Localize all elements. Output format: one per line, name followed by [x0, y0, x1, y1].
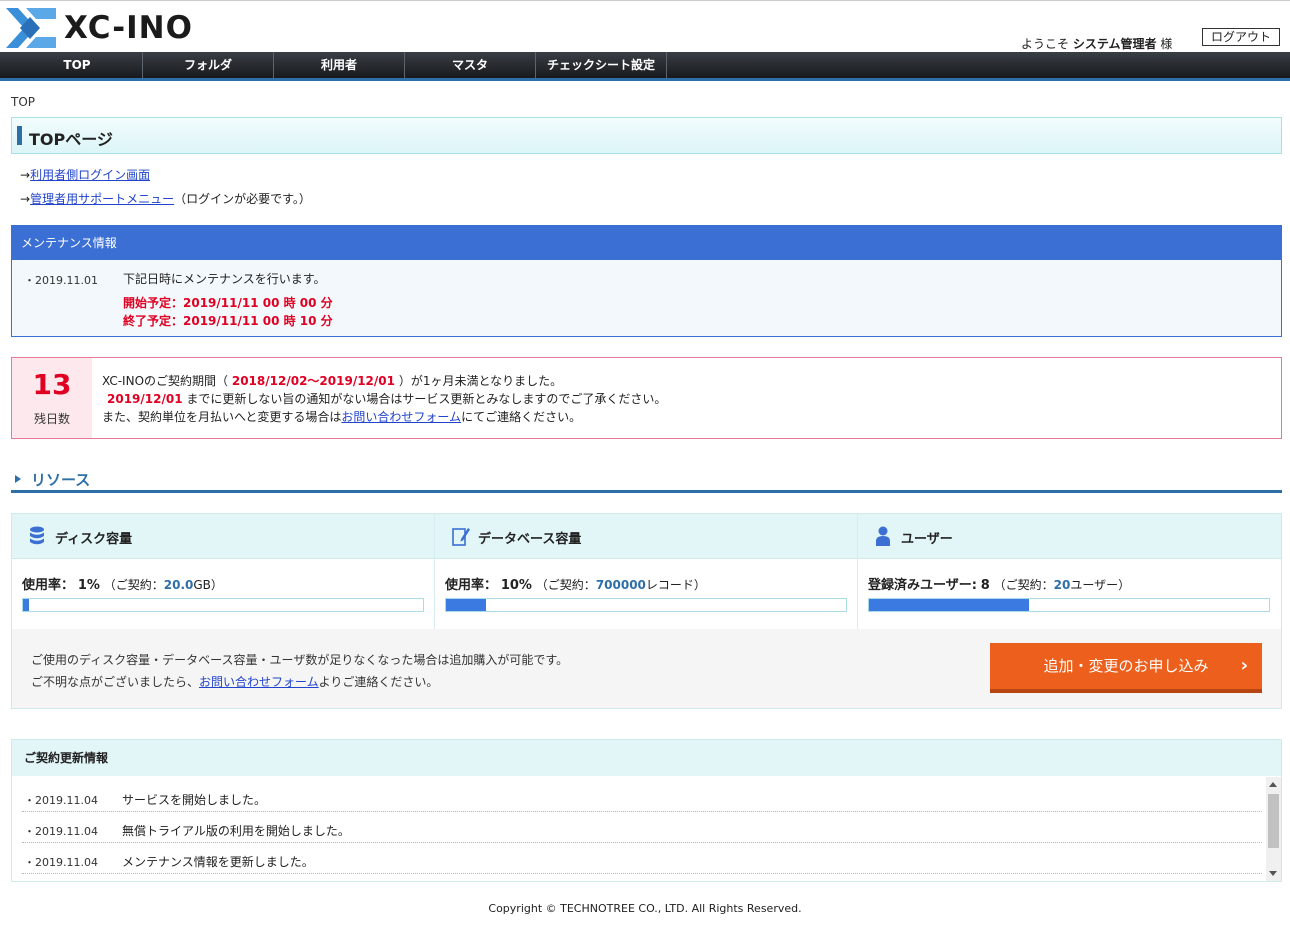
- user-count-card: ユーザー 登録済みユーザー: 8 （ご契約：20ユーザー）: [858, 514, 1281, 629]
- logout-button[interactable]: ログアウト: [1202, 28, 1280, 46]
- database-stack-icon: [30, 526, 44, 545]
- page-title-box: TOPページ: [11, 117, 1282, 154]
- user-count-progress: [868, 598, 1270, 612]
- logo[interactable]: XC-INO: [6, 7, 193, 49]
- main-nav: TOP フォルダ 利用者 マスタ チェックシート設定: [0, 52, 1290, 81]
- database-usage-text: 使用率： 10% （ご契約：700000レコード）: [445, 578, 706, 593]
- nav-item-folder[interactable]: フォルダ: [143, 52, 274, 78]
- logo-text: XC-INO: [64, 10, 193, 46]
- maintenance-date: ・2019.11.01: [24, 274, 98, 287]
- resources-info-line-1: ご使用のディスク容量・データベース容量・ユーザ数が足りなくなった場合は追加購入が…: [31, 653, 569, 667]
- nav-item-users[interactable]: 利用者: [274, 52, 405, 78]
- disk-usage-title: ディスク容量: [55, 532, 133, 547]
- contract-period: 2018/12/02～2019/12/01: [231, 374, 395, 388]
- welcome-message: ようこそ システム管理者 様: [1021, 37, 1173, 51]
- database-usage-card: データベース容量 使用率： 10% （ご契約：700000レコード）: [435, 514, 858, 629]
- database-usage-progress-fill: [446, 599, 486, 611]
- updates-scrollbar[interactable]: [1266, 777, 1281, 881]
- days-remaining-box: 13 残日数: [12, 358, 92, 438]
- maintenance-end: 終了予定：2019/11/11 00 時 10 分: [123, 314, 333, 328]
- scroll-thumb[interactable]: [1268, 794, 1279, 848]
- resources-panel: ディスク容量 使用率： 1% （ご契約：20.0GB） データベース容量 使用率…: [11, 513, 1282, 709]
- scroll-up-icon[interactable]: [1269, 782, 1277, 787]
- user-login-link-line: →利用者側ログイン画面: [20, 168, 151, 182]
- footer-copyright: Copyright © TECHNOTREE CO., LTD. All Rig…: [488, 902, 802, 915]
- maintenance-text: 下記日時にメンテナンスを行います。: [123, 272, 326, 286]
- nav-item-top[interactable]: TOP: [12, 52, 143, 78]
- maintenance-heading: メンテナンス情報: [12, 226, 1281, 260]
- user-login-link[interactable]: 利用者側ログイン画面: [30, 168, 150, 182]
- resources-heading: リソース: [11, 468, 1282, 493]
- disk-usage-progress: [22, 598, 424, 612]
- resources-info-line-2: ご不明な点がございましたら、お問い合わせフォームよりご連絡ください。: [31, 675, 439, 689]
- user-name: システム管理者: [1072, 37, 1157, 51]
- contract-updates-panel: ご契約更新情報 ・2019.11.04 サービスを開始しました。 ・2019.1…: [11, 739, 1282, 882]
- admin-support-link[interactable]: 管理者用サポートメニュー: [30, 192, 174, 206]
- nav-item-checksheet-settings[interactable]: チェックシート設定: [536, 52, 667, 78]
- database-usage-progress: [445, 598, 847, 612]
- contract-updates-heading: ご契約更新情報: [12, 740, 1281, 776]
- maintenance-panel: メンテナンス情報 ・2019.11.01 下記日時にメンテナンスを行います。 開…: [11, 225, 1282, 337]
- admin-support-link-line: →管理者用サポートメニュー（ログインが必要です。）: [20, 192, 311, 206]
- apply-change-button-label: 追加・変更のお申し込み: [1043, 657, 1209, 675]
- disk-usage-progress-fill: [23, 599, 29, 611]
- user-count-text: 登録済みユーザー: 8 （ご契約：20ユーザー）: [868, 578, 1131, 593]
- triangle-right-icon: [15, 475, 21, 483]
- scroll-down-icon[interactable]: [1269, 871, 1277, 876]
- disk-usage-value: 1%: [77, 578, 100, 593]
- resources-inquiry-link[interactable]: お問い合わせフォーム: [199, 675, 319, 689]
- contract-inquiry-link[interactable]: お問い合わせフォーム: [341, 410, 461, 424]
- list-item: ・2019.11.04 無償トライアル版の利用を開始しました。: [22, 812, 1262, 843]
- user-count-progress-fill: [869, 599, 1029, 611]
- edit-document-icon: [452, 528, 470, 546]
- resources-heading-label: リソース: [31, 471, 91, 489]
- contract-end-date: 2019/12/01: [107, 392, 183, 406]
- contract-line-3: また、契約単位を月払いへと変更する場合はお問い合わせフォームにてご連絡ください。: [102, 410, 582, 424]
- disk-usage-text: 使用率： 1% （ご契約：20.0GB）: [22, 578, 223, 593]
- apply-change-button[interactable]: 追加・変更のお申し込み ›: [990, 643, 1262, 693]
- contract-line-1: XC-INOのご契約期間（ 2018/12/02～2019/12/01 ）が1ヶ…: [102, 374, 563, 388]
- xc-ino-logo-icon: [6, 8, 56, 48]
- list-item: ・2019.11.04 メンテナンス情報を更新しました。: [22, 843, 1262, 874]
- title-accent-bar: [17, 126, 22, 145]
- days-remaining-count: 13: [32, 368, 72, 401]
- user-icon: [876, 526, 890, 546]
- maintenance-start: 開始予定：2019/11/11 00 時 00 分: [123, 296, 333, 310]
- disk-usage-card: ディスク容量 使用率： 1% （ご契約：20.0GB）: [12, 514, 435, 629]
- user-count-title: ユーザー: [901, 532, 953, 547]
- user-count-value: 8: [980, 578, 990, 593]
- days-remaining-label: 残日数: [33, 412, 70, 426]
- breadcrumb: TOP: [11, 95, 36, 109]
- contract-line-2: 2019/12/01 までに更新しない旨の通知がない場合はサービス更新とみなしま…: [107, 392, 667, 406]
- list-item: ・2019.11.04 サービスを開始しました。: [22, 781, 1262, 812]
- database-usage-title: データベース容量: [478, 532, 582, 547]
- page-title: TOPページ: [29, 130, 113, 149]
- chevron-right-icon: ›: [1240, 655, 1248, 676]
- header: XC-INO ようこそ システム管理者 様 ログアウト: [0, 0, 1290, 52]
- contract-notice: 13 残日数 XC-INOのご契約期間（ 2018/12/02～2019/12/…: [11, 357, 1282, 439]
- nav-item-master[interactable]: マスタ: [405, 52, 536, 78]
- database-usage-value: 10%: [500, 578, 532, 593]
